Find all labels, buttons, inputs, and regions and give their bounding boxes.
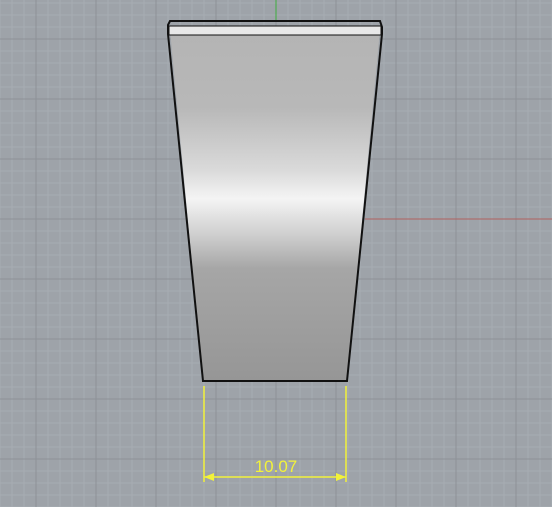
dimension-annotation[interactable]: 10.07	[203, 386, 347, 482]
rhino-front-viewport[interactable]: 10.07	[0, 0, 552, 507]
dimension-arrow-left	[204, 473, 214, 481]
vase-object[interactable]	[167, 20, 383, 382]
dimension-arrow-right	[336, 473, 346, 481]
dimension-value: 10.07	[255, 457, 298, 476]
viewport-canvas[interactable]: 10.07	[0, 0, 552, 507]
vase-body[interactable]	[170, 30, 380, 381]
vase-rim[interactable]	[168, 25, 382, 36]
